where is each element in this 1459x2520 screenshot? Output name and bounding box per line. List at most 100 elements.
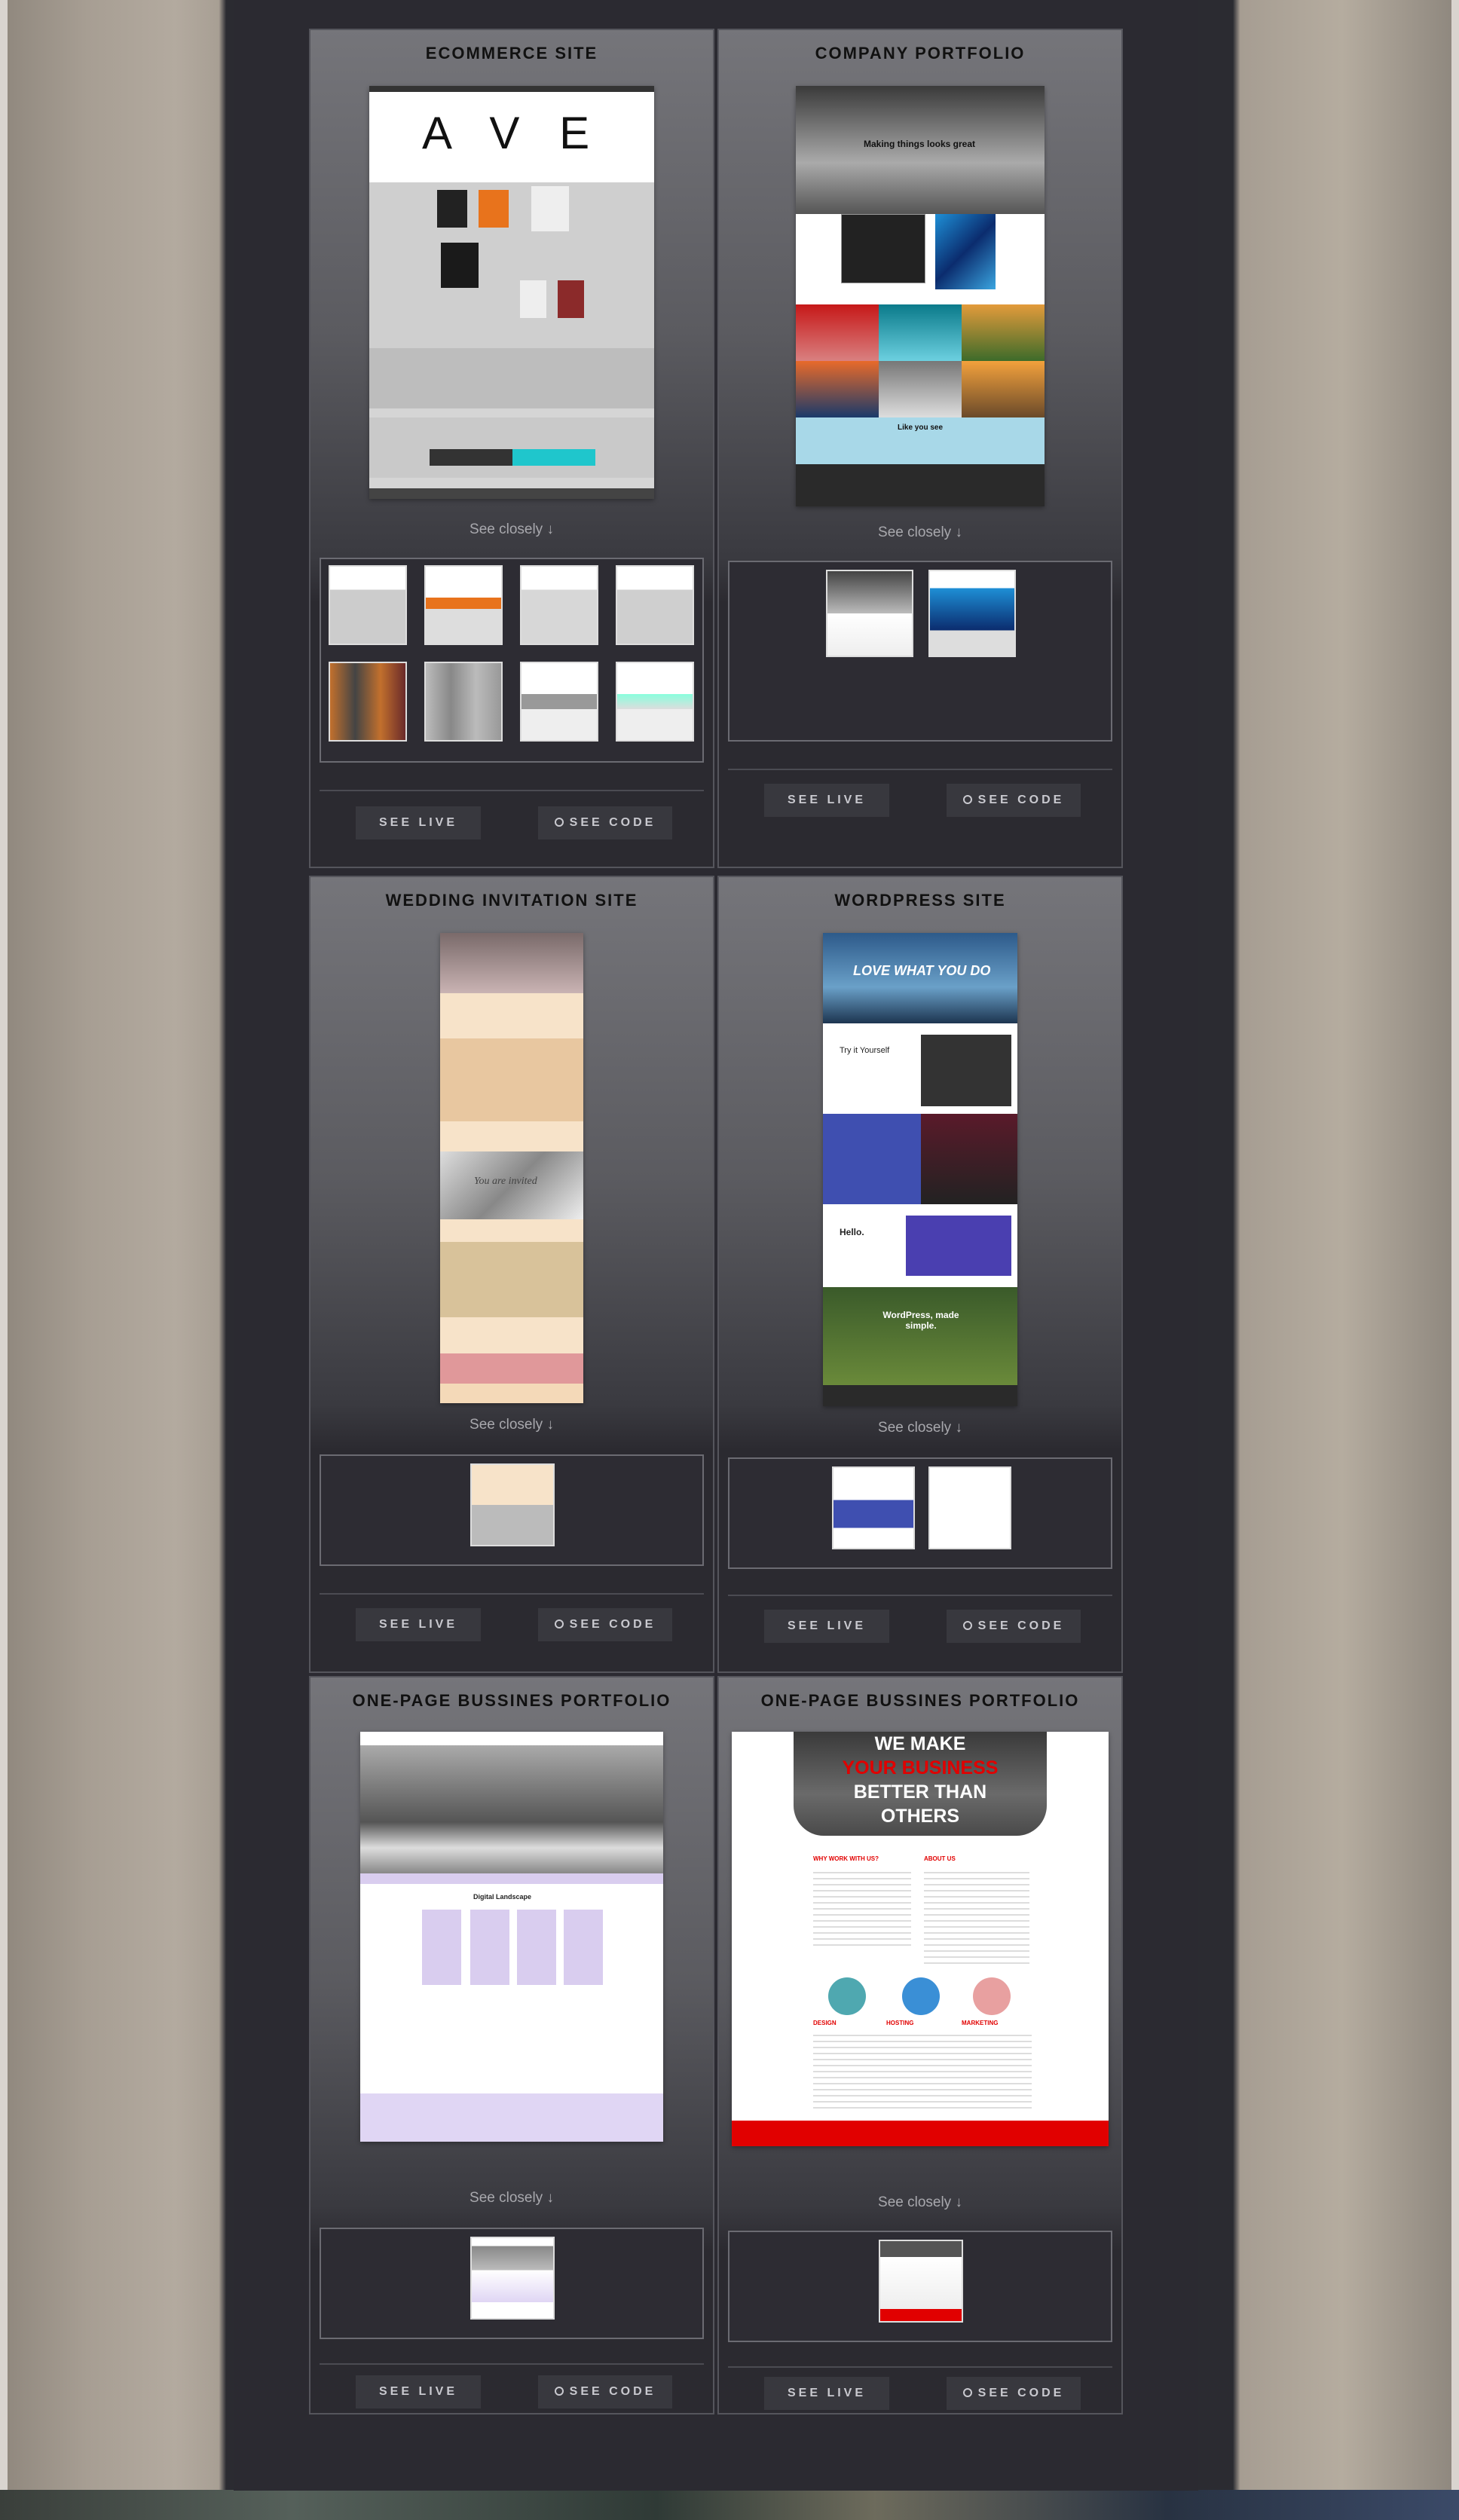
card-divider xyxy=(728,1595,1112,1596)
project-card-wedding-invitation: WEDDING INVITATION SITE You are invited … xyxy=(309,876,714,1673)
card-title: WORDPRESS SITE xyxy=(834,891,1006,910)
see-closely-label: See closely ↓ xyxy=(470,1417,554,1433)
card-title: ONE-PAGE BUSSINES PORTFOLIO xyxy=(352,1691,671,1710)
thumbnail-image[interactable] xyxy=(424,565,503,645)
see-code-button[interactable]: SEE CODE xyxy=(947,784,1081,817)
card-title: ONE-PAGE BUSSINES PORTFOLIO xyxy=(760,1691,1080,1710)
project-card-company-portfolio: COMPANY PORTFOLIO Making things looks gr… xyxy=(717,29,1123,868)
footer-background-image xyxy=(0,2490,1459,2520)
thumbnail-image[interactable] xyxy=(520,565,598,645)
preview-marketing-label: MARKETING xyxy=(962,2020,999,2026)
project-preview-image[interactable]: A V E xyxy=(369,86,654,499)
project-card-wordpress: WORDPRESS SITE LOVE WHAT YOU DO Try it Y… xyxy=(717,876,1123,1673)
preview-wp-label: WordPress, made simple. xyxy=(882,1310,959,1331)
github-icon xyxy=(962,795,972,804)
card-title: WEDDING INVITATION SITE xyxy=(385,891,638,910)
thumbnail-image[interactable] xyxy=(424,662,503,742)
card-title: COMPANY PORTFOLIO xyxy=(815,44,1026,63)
portfolio-container: ECOMMERCE SITE A V E See closely ↓ SEE L… xyxy=(234,0,1198,2491)
see-code-label: SEE CODE xyxy=(569,2385,656,2398)
preview-line-1: WE MAKE xyxy=(874,1733,966,1754)
see-code-button[interactable]: SEE CODE xyxy=(947,1610,1081,1643)
see-closely-label: See closely ↓ xyxy=(470,521,554,537)
thumbnail-gallery xyxy=(728,2231,1112,2342)
thumbnail-image[interactable] xyxy=(616,662,694,742)
preview-brand: A V E xyxy=(422,108,604,158)
preview-line-3: BETTER THAN xyxy=(853,1781,987,1803)
thumbnail-image[interactable] xyxy=(928,1466,1011,1549)
card-divider xyxy=(728,769,1112,770)
see-code-label: SEE CODE xyxy=(569,1618,656,1631)
see-live-button[interactable]: SEE LIVE xyxy=(356,806,481,839)
see-live-label: SEE LIVE xyxy=(787,794,867,806)
project-card-ecommerce: ECOMMERCE SITE A V E See closely ↓ SEE L… xyxy=(309,29,714,868)
see-closely-label: See closely ↓ xyxy=(878,2194,962,2210)
preview-why-label: WHY WORK WITH US? xyxy=(813,1855,879,1862)
see-code-label: SEE CODE xyxy=(977,1619,1065,1632)
project-preview-image[interactable]: Making things looks great Like you see xyxy=(796,86,1045,506)
project-card-one-page-portfolio-1: ONE-PAGE BUSSINES PORTFOLIO Digital Land… xyxy=(309,1676,714,2414)
preview-brand: Digital Landscape xyxy=(473,1893,532,1901)
project-preview-image[interactable]: LOVE WHAT YOU DO Try it Yourself Hello. … xyxy=(823,933,1017,1406)
preview-design-label: DESIGN xyxy=(813,2020,837,2026)
see-live-label: SEE LIVE xyxy=(787,1619,867,1632)
see-live-button[interactable]: SEE LIVE xyxy=(764,784,889,817)
see-code-button[interactable]: SEE CODE xyxy=(947,2377,1081,2410)
thumbnail-image[interactable] xyxy=(826,570,913,657)
preview-try-label: Try it Yourself xyxy=(840,1046,890,1055)
see-live-button[interactable]: SEE LIVE xyxy=(764,1610,889,1643)
see-closely-label: See closely ↓ xyxy=(878,524,962,540)
thumbnail-image[interactable] xyxy=(832,1466,915,1549)
card-divider xyxy=(320,2363,704,2365)
project-preview-image[interactable]: Digital Landscape xyxy=(360,1732,663,2142)
preview-subheadline: Like you see xyxy=(898,424,944,432)
preview-hosting-label: HOSTING xyxy=(886,2020,914,2026)
thumbnail-image[interactable] xyxy=(470,1463,555,1546)
see-live-label: SEE LIVE xyxy=(787,2387,867,2399)
see-live-button[interactable]: SEE LIVE xyxy=(356,2375,481,2408)
github-icon xyxy=(962,1621,972,1630)
see-code-label: SEE CODE xyxy=(977,2387,1065,2399)
preview-headline: You are invited xyxy=(474,1176,537,1187)
preview-about-label: ABOUT US xyxy=(924,1855,956,1862)
thumbnail-image[interactable] xyxy=(470,2237,555,2320)
project-preview-image[interactable]: WE MAKE YOUR BUSINESS BETTER THAN OTHERS… xyxy=(732,1732,1109,2146)
github-icon xyxy=(554,1619,564,1629)
github-icon xyxy=(554,2387,564,2396)
see-code-button[interactable]: SEE CODE xyxy=(538,1608,672,1641)
see-code-label: SEE CODE xyxy=(569,816,656,829)
thumbnail-gallery xyxy=(320,1454,704,1566)
card-divider xyxy=(320,790,704,791)
see-closely-label: See closely ↓ xyxy=(470,2190,554,2206)
preview-line-4: OTHERS xyxy=(880,1806,960,1827)
see-code-label: SEE CODE xyxy=(977,794,1065,806)
card-divider xyxy=(320,1593,704,1595)
thumbnail-image[interactable] xyxy=(329,565,407,645)
card-title: ECOMMERCE SITE xyxy=(425,44,598,63)
preview-headline: LOVE WHAT YOU DO xyxy=(853,963,991,978)
thumbnail-image[interactable] xyxy=(928,570,1016,657)
thumbnail-image[interactable] xyxy=(616,565,694,645)
see-closely-label: See closely ↓ xyxy=(878,1420,962,1436)
preview-line-2: YOUR BUSINESS xyxy=(842,1757,999,1778)
see-code-button[interactable]: SEE CODE xyxy=(538,2375,672,2408)
thumbnail-gallery xyxy=(320,2228,704,2339)
thumbnail-gallery xyxy=(728,1457,1112,1569)
thumbnail-gallery xyxy=(728,561,1112,742)
see-live-button[interactable]: SEE LIVE xyxy=(356,1608,481,1641)
thumbnail-image[interactable] xyxy=(520,662,598,742)
thumbnail-image[interactable] xyxy=(329,662,407,742)
preview-headline: Making things looks great xyxy=(864,139,976,149)
project-card-one-page-portfolio-2: ONE-PAGE BUSSINES PORTFOLIO WE MAKE YOUR… xyxy=(717,1676,1123,2414)
see-live-button[interactable]: SEE LIVE xyxy=(764,2377,889,2410)
left-page-edge xyxy=(0,0,8,2520)
thumbnail-image[interactable] xyxy=(879,2240,963,2323)
see-live-label: SEE LIVE xyxy=(378,816,458,829)
see-live-label: SEE LIVE xyxy=(378,1618,458,1631)
see-code-button[interactable]: SEE CODE xyxy=(538,806,672,839)
project-preview-image[interactable]: You are invited xyxy=(440,933,583,1403)
card-divider xyxy=(728,2366,1112,2368)
thumbnail-gallery xyxy=(320,558,704,763)
see-live-label: SEE LIVE xyxy=(378,2385,458,2398)
right-page-edge xyxy=(1451,0,1459,2520)
